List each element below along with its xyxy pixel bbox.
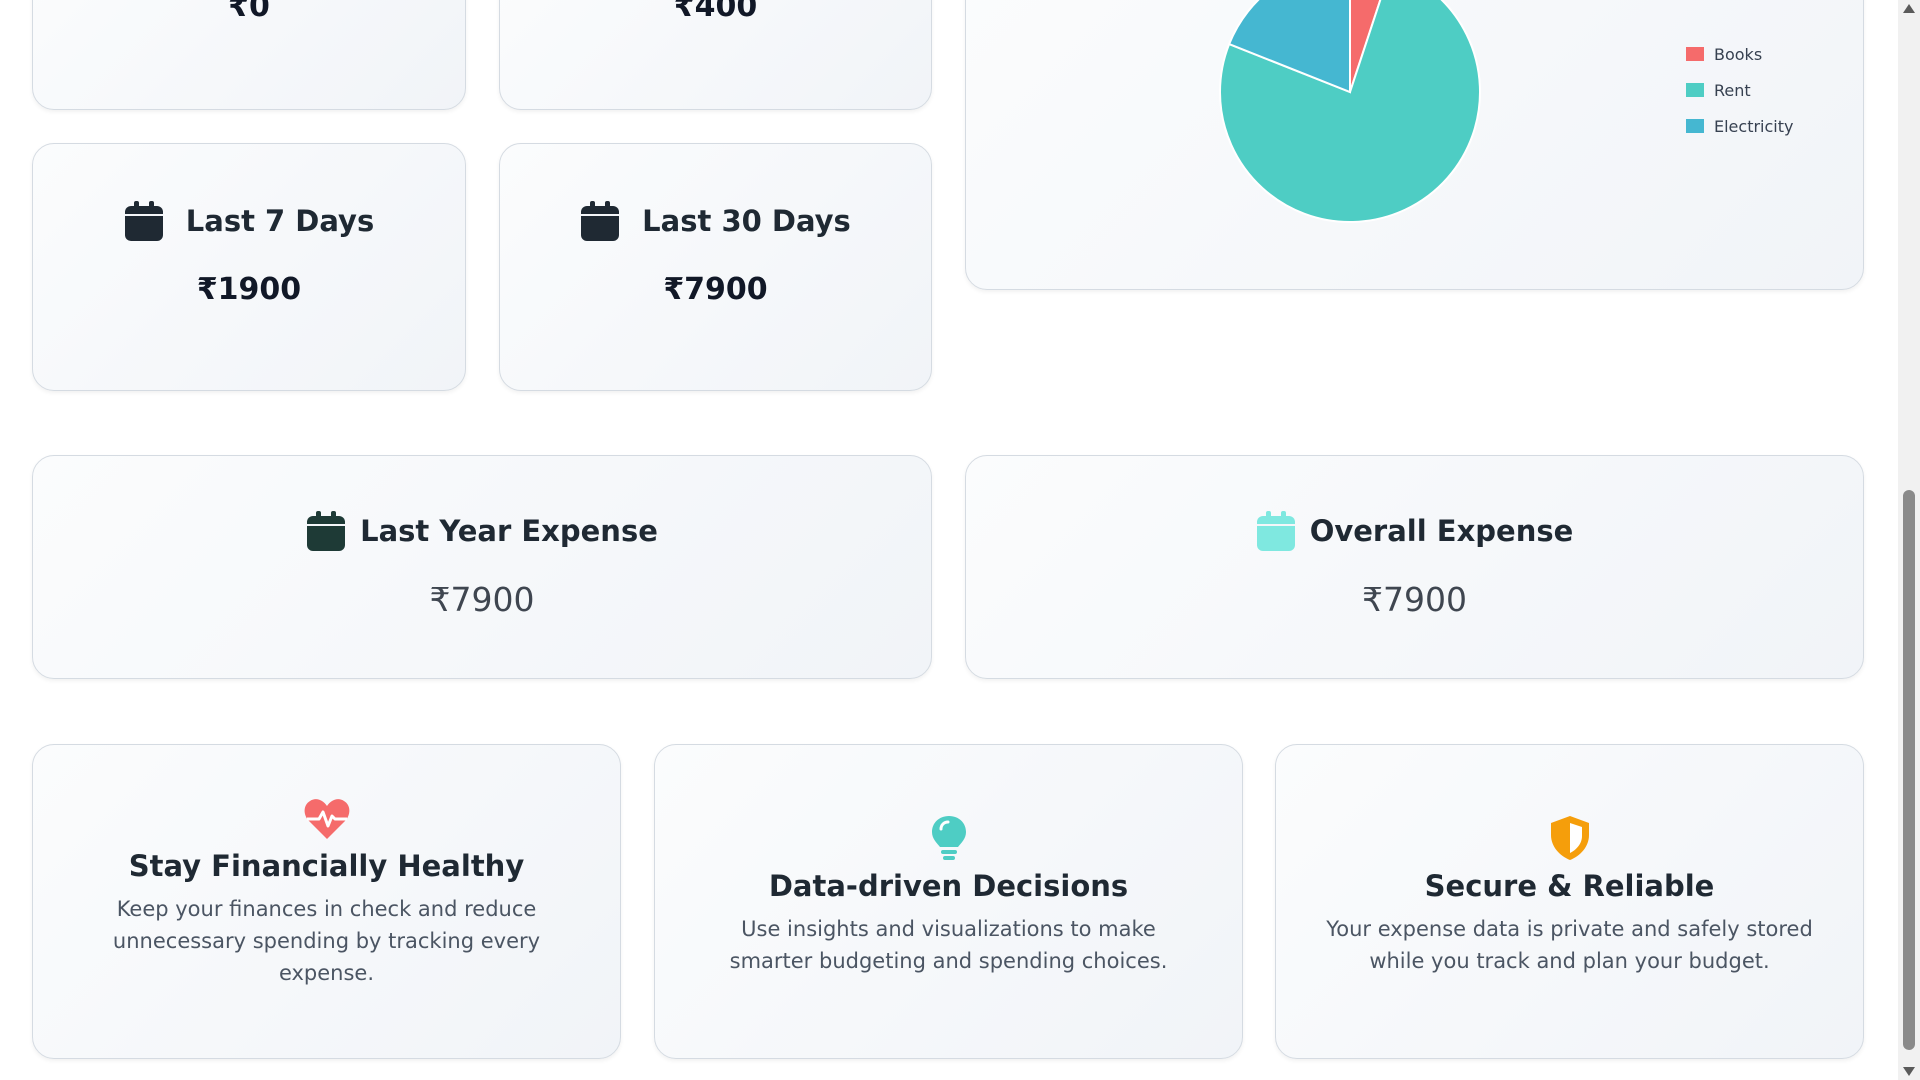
- feature-title-secure: Secure & Reliable: [1424, 869, 1715, 903]
- calendar-icon: [307, 511, 346, 551]
- legend-swatch-rent: [1686, 83, 1704, 97]
- legend-item-books: Books: [1686, 36, 1793, 72]
- vertical-scrollbar[interactable]: [1898, 0, 1920, 1080]
- heartbeat-icon: [304, 799, 349, 839]
- overall-expense-label: Overall Expense: [1309, 514, 1574, 548]
- last-30-days-value: ₹7900: [663, 272, 768, 307]
- legend-label-electricity: Electricity: [1714, 116, 1794, 136]
- feature-card-data: Data-driven Decisions Use insights and v…: [654, 744, 1243, 1059]
- lightbulb-icon: [931, 816, 966, 860]
- last-year-expense-card: Last Year Expense ₹7900: [32, 455, 932, 679]
- feature-text-data: Use insights and visualizations to make …: [729, 917, 1168, 973]
- scroll-up-arrow-icon[interactable]: [1903, 4, 1915, 13]
- last-year-expense-label: Last Year Expense: [360, 514, 658, 548]
- overall-expense-card: Overall Expense ₹7900: [965, 455, 1864, 679]
- pie-legend: Books Rent Electricity: [1686, 36, 1793, 144]
- last-7-days-value: ₹1900: [196, 272, 302, 307]
- overall-expense-value: ₹7900: [1362, 580, 1467, 619]
- feature-text-secure: Your expense data is private and safely …: [1326, 917, 1813, 973]
- scrollbar-thumb[interactable]: [1903, 490, 1915, 1050]
- legend-item-rent: Rent: [1686, 72, 1793, 108]
- calendar-icon: [124, 201, 163, 241]
- week-expense-value: ₹400: [673, 0, 758, 24]
- last-7-days-card: Last 7 Days ₹1900: [32, 143, 466, 391]
- feature-card-secure: Secure & Reliable Your expense data is p…: [1275, 744, 1864, 1059]
- last-year-expense-value: ₹7900: [429, 580, 535, 619]
- calendar-icon: [1256, 511, 1295, 551]
- today-expense-value: ₹0: [228, 0, 270, 24]
- feature-card-healthy: Stay Financially Healthy Keep your finan…: [32, 744, 621, 1059]
- last-30-days-card: Last 30 Days ₹7900: [499, 143, 932, 391]
- shield-icon: [1550, 816, 1589, 860]
- feature-title-healthy: Stay Financially Healthy: [128, 849, 525, 883]
- legend-swatch-books: [1686, 47, 1704, 61]
- legend-label-books: Books: [1714, 44, 1763, 64]
- scroll-down-arrow-icon[interactable]: [1903, 1067, 1915, 1076]
- feature-text-healthy: Keep your finances in check and reduce u…: [112, 897, 541, 985]
- last-7-days-label: Last 7 Days: [185, 204, 375, 238]
- today-expense-card: ₹0: [32, 0, 466, 110]
- calendar-icon: [581, 201, 620, 241]
- legend-label-rent: Rent: [1714, 80, 1751, 100]
- category-pie-card: Books Rent Electricity: [965, 0, 1864, 290]
- feature-title-data: Data-driven Decisions: [768, 869, 1129, 903]
- legend-item-electricity: Electricity: [1686, 108, 1793, 144]
- week-expense-card: ₹400: [499, 0, 932, 110]
- legend-swatch-electricity: [1686, 119, 1704, 133]
- last-30-days-label: Last 30 Days: [642, 204, 851, 238]
- category-pie-chart: [1219, 0, 1481, 223]
